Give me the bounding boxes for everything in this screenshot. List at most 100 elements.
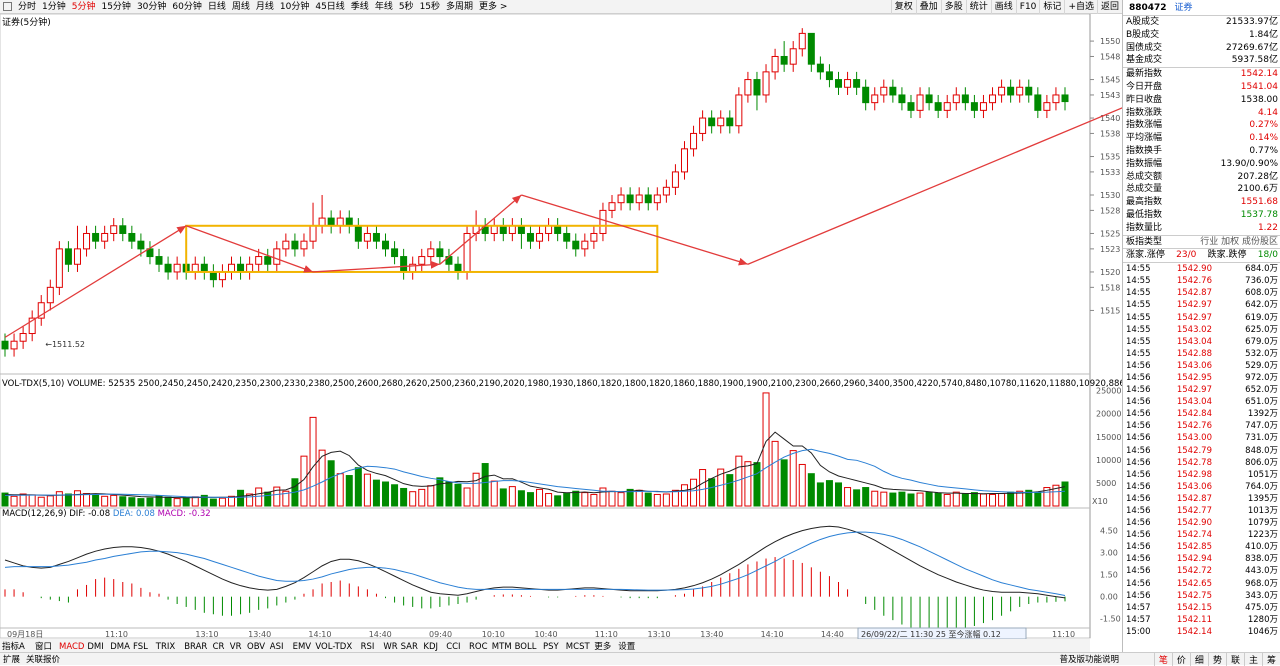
related-quote-button[interactable]: 关联报价 <box>23 653 63 665</box>
period-tab[interactable]: 15秒 <box>417 0 443 14</box>
period-tab[interactable]: 月线 <box>253 0 277 14</box>
tick-time: 14:56 <box>1126 469 1151 480</box>
period-tab[interactable]: 多周期 <box>443 0 476 14</box>
volume-bar <box>73 490 81 507</box>
indicator-tab[interactable]: ROC <box>469 642 488 652</box>
indicator-tab[interactable]: EMV <box>293 642 312 652</box>
period-tab[interactable]: 分时 <box>15 0 39 14</box>
indicator-tab[interactable]: MTM <box>492 642 512 652</box>
indicator-tab[interactable]: DMA <box>110 642 130 652</box>
period-tab[interactable]: 10分钟 <box>277 0 312 14</box>
period-tab[interactable]: 45日线 <box>312 0 347 14</box>
side-tab[interactable]: 势 <box>1207 652 1226 666</box>
indicator-tab[interactable]: KDJ <box>423 642 438 652</box>
period-tab[interactable]: 5分钟 <box>69 0 99 14</box>
indicator-tab[interactable]: RSI <box>361 642 375 652</box>
volume-bar <box>979 493 987 507</box>
tick-list[interactable]: 14:55 1542.90 684.0万 14:55 1542.76 736.0万 14:5… <box>1123 263 1280 638</box>
period-tab[interactable]: 60分钟 <box>169 0 204 14</box>
indicator-tab[interactable]: PSY <box>543 642 560 652</box>
tick-row: 14:56 1542.94 838.0万 <box>1123 553 1280 565</box>
toolbar-button[interactable]: 画线 <box>990 0 1016 14</box>
period-tab[interactable]: 年线 <box>372 0 396 14</box>
trend-arrow[interactable] <box>747 30 1122 265</box>
indicator-tab[interactable]: VR <box>230 642 242 652</box>
toolbar-button[interactable]: 返回 <box>1096 0 1122 14</box>
candle-body <box>19 333 27 342</box>
volume-bar <box>454 483 462 507</box>
volume-bar <box>536 488 544 507</box>
candle-body <box>644 194 652 204</box>
indicator-tab[interactable]: 窗口 <box>35 641 52 652</box>
period-tab[interactable]: 15分钟 <box>98 0 133 14</box>
indicator-tab[interactable]: BRAR <box>184 642 207 652</box>
price-tick-label: 1533 <box>1100 168 1120 177</box>
indicator-tab[interactable]: 指标A <box>2 641 25 652</box>
candle-body <box>237 263 245 273</box>
period-tab[interactable]: 日线 <box>205 0 229 14</box>
tick-row: 14:56 1542.90 1079万 <box>1123 517 1280 529</box>
toolbar-button[interactable]: 复权 <box>890 0 916 14</box>
indicator-tab[interactable]: FSL <box>133 642 148 652</box>
period-tab[interactable]: 5秒 <box>396 0 417 14</box>
volume-bar <box>617 492 625 507</box>
indicator-tab[interactable]: CCI <box>446 642 460 652</box>
period-tab[interactable]: 30分钟 <box>134 0 169 14</box>
candle-body <box>282 240 290 250</box>
side-tab[interactable]: 联 <box>1225 652 1244 666</box>
side-tab[interactable]: 细 <box>1189 652 1208 666</box>
period-tab[interactable]: 更多 > <box>476 0 510 14</box>
indicator-tab[interactable]: CR <box>213 642 225 652</box>
indicator-tab[interactable]: ASI <box>270 642 284 652</box>
volume-bar <box>970 492 978 507</box>
candle-body <box>753 79 761 96</box>
indicator-tab[interactable]: OBV <box>247 642 265 652</box>
time-tick-label: 10:40 <box>535 630 558 639</box>
candle-body <box>1007 86 1015 96</box>
index-type-options[interactable]: 行业 加权 成份股区 <box>1200 236 1278 249</box>
candle-body <box>1034 94 1042 111</box>
period-tab[interactable]: 季线 <box>348 0 372 14</box>
volume-bar <box>508 486 516 507</box>
toolbar-button[interactable]: +自选 <box>1064 0 1097 14</box>
toolbar-button[interactable]: 叠加 <box>915 0 941 14</box>
toolbar-button[interactable]: 标记 <box>1039 0 1064 14</box>
period-tab[interactable]: 1分钟 <box>39 0 69 14</box>
toolbar-button[interactable]: 多股 <box>940 0 966 14</box>
tick-row: 14:55 1542.87 608.0万 <box>1123 287 1280 299</box>
side-tab[interactable]: 主 <box>1243 652 1262 666</box>
tick-row: 14:56 1542.79 848.0万 <box>1123 445 1280 457</box>
toolbar-button[interactable]: F10 <box>1015 0 1040 14</box>
window-icon[interactable] <box>3 2 12 11</box>
indicator-tab[interactable]: SAR <box>401 642 418 652</box>
indicator-tab[interactable]: VOL-TDX <box>315 642 352 652</box>
indicator-tab[interactable]: DMI <box>87 642 103 652</box>
tick-price: 1543.00 <box>1176 433 1212 444</box>
indicator-tab[interactable]: 设置 <box>618 641 636 652</box>
indicator-tab[interactable]: MCST <box>566 642 591 652</box>
volume-bar <box>128 497 136 507</box>
trend-arrow[interactable] <box>312 260 440 273</box>
candle-body <box>662 186 670 196</box>
stat-label: 平均涨幅 <box>1126 133 1163 144</box>
indicator-tab[interactable]: BOLL <box>515 642 537 652</box>
side-tab[interactable]: 笔 <box>1153 652 1172 666</box>
candle-body <box>227 263 235 273</box>
period-tab[interactable]: 周线 <box>229 0 253 14</box>
expand-button[interactable]: 扩展 <box>0 653 23 665</box>
candle-body <box>771 55 779 73</box>
kline-chart-area[interactable]: 证券(5分钟)155015481545154315401538153515331… <box>0 14 1122 652</box>
indicator-tab[interactable]: WR <box>383 642 397 652</box>
feature-help-link[interactable]: 普及版功能说明 <box>1056 653 1122 665</box>
security-name[interactable]: 证券 <box>1174 3 1192 13</box>
stat-value: 5937.58亿 <box>1231 55 1278 66</box>
side-tab[interactable]: 筹 <box>1261 652 1280 666</box>
time-tick-label: 09月18日 <box>7 630 43 639</box>
volume-tick-label: 20000 <box>1096 410 1121 419</box>
indicator-tab[interactable]: MACD <box>59 642 85 652</box>
toolbar-button[interactable]: 统计 <box>965 0 991 14</box>
indicator-tab[interactable]: 更多 <box>594 641 612 652</box>
side-tab[interactable]: 价 <box>1171 652 1190 666</box>
indicator-tab[interactable]: TRIX <box>155 642 176 652</box>
tick-time: 14:56 <box>1126 457 1151 468</box>
